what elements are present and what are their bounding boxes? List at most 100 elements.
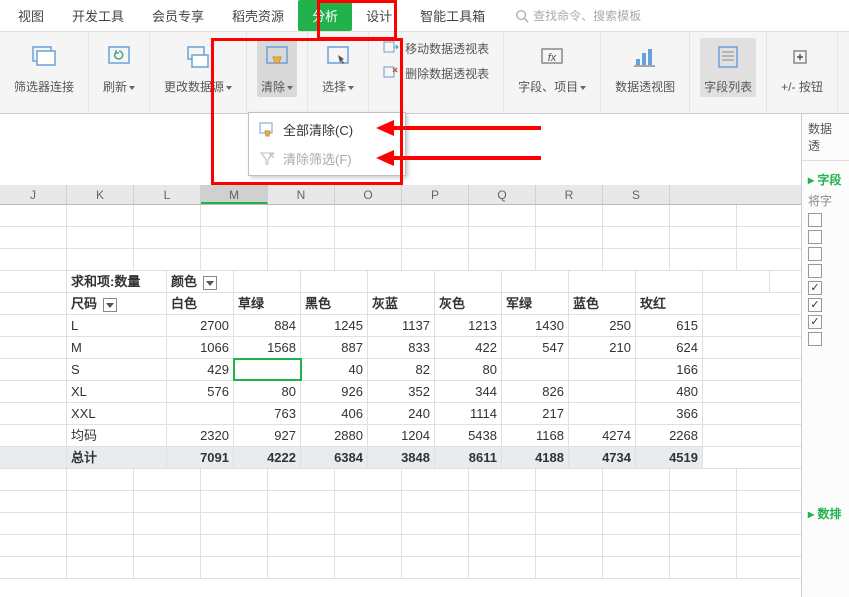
pivot-col-header: 灰蓝 [368,293,435,314]
menu-tab-0[interactable]: 视图 [4,0,58,31]
select-button[interactable]: 选择 [318,38,358,97]
column-header[interactable]: J [0,185,67,204]
pivot-cell[interactable]: 422 [435,337,502,358]
pivot-col-header: 白色 [167,293,234,314]
expand-collapse-button[interactable]: +/- 按钮 [777,38,827,97]
pivot-cell[interactable]: 1568 [234,337,301,358]
pivot-cell[interactable]: 406 [301,403,368,424]
pivot-cell[interactable]: 1204 [368,425,435,446]
field-checkbox[interactable] [808,247,822,261]
column-header[interactable]: Q [469,185,536,204]
pivot-cell[interactable]: 1114 [435,403,502,424]
pivot-cell[interactable]: 2268 [636,425,703,446]
filter-button[interactable] [203,276,217,290]
menu-tab-3[interactable]: 稻壳资源 [218,0,298,31]
pivot-cell[interactable]: 2880 [301,425,368,446]
pivot-cell[interactable]: 833 [368,337,435,358]
spreadsheet-grid[interactable]: 求和项:数量颜色 尺码 白色草绿黑色灰蓝灰色军绿蓝色玫红L27008841245… [0,205,849,579]
pivot-cell[interactable]: 884 [234,315,301,336]
pivot-cell[interactable]: 80 [435,359,502,380]
clear-button[interactable]: 清除 [257,38,297,97]
pivot-cell[interactable]: 1168 [502,425,569,446]
pivot-cell[interactable]: 826 [502,381,569,402]
pivot-cell[interactable]: 4274 [569,425,636,446]
pivot-cell[interactable] [569,381,636,402]
filter-button[interactable] [103,298,117,312]
pivot-cell[interactable]: 5438 [435,425,502,446]
pivot-cell[interactable]: 1430 [502,315,569,336]
pivot-cell[interactable]: 1137 [368,315,435,336]
column-header[interactable]: M [201,185,268,204]
delete-pivot-button[interactable]: 删除数据透视表 [379,63,493,84]
pivot-cell[interactable]: 82 [368,359,435,380]
change-data-source-button[interactable]: 更改数据源 [160,38,236,97]
column-header[interactable]: N [268,185,335,204]
pivot-cell[interactable]: 1066 [167,337,234,358]
command-search[interactable]: 查找命令、搜索模板 [515,7,641,24]
pivot-cell[interactable]: 40 [301,359,368,380]
menu-tab-5[interactable]: 设计 [352,0,406,31]
pivot-cell[interactable]: 887 [301,337,368,358]
menu-tab-1[interactable]: 开发工具 [58,0,138,31]
pivot-chart-button[interactable]: 数据透视图 [611,38,679,97]
menu-tab-6[interactable]: 智能工具箱 [406,0,499,31]
pivot-cell[interactable]: 80 [234,381,301,402]
field-checkbox[interactable] [808,264,822,278]
pivot-cell[interactable]: 576 [167,381,234,402]
field-checkbox[interactable] [808,213,822,227]
pivot-cell[interactable]: 210 [569,337,636,358]
pivot-col-header: 灰色 [435,293,502,314]
column-header[interactable]: L [134,185,201,204]
clear-all-item[interactable]: 全部清除(C) [249,115,405,144]
pivot-cell[interactable]: 624 [636,337,703,358]
column-header[interactable]: R [536,185,603,204]
pivot-total-cell: 4519 [636,447,703,468]
move-pivot-button[interactable]: 移动数据透视表 [379,38,493,59]
search-placeholder: 查找命令、搜索模板 [533,7,641,24]
pivot-cell[interactable]: 926 [301,381,368,402]
field-checkbox[interactable] [808,230,822,244]
fields-items-button[interactable]: fx 字段、项目 [514,38,590,97]
menu-tab-4[interactable]: 分析 [298,0,352,31]
pivot-cell[interactable]: 1245 [301,315,368,336]
pivot-cell[interactable]: 2700 [167,315,234,336]
pivot-cell[interactable]: 1213 [435,315,502,336]
pivot-cell[interactable]: 615 [636,315,703,336]
slicer-connection-button[interactable]: 筛选器连接 [10,38,78,97]
pivot-cell[interactable]: 429 [167,359,234,380]
column-header[interactable]: P [402,185,469,204]
menu-tab-2[interactable]: 会员专享 [138,0,218,31]
pivot-cell[interactable]: 763 [234,403,301,424]
pivot-cell[interactable] [167,403,234,424]
refresh-button[interactable]: 刷新 [99,38,139,97]
pivot-cell[interactable] [569,359,636,380]
list-icon [714,43,742,71]
pivot-cell[interactable]: 547 [502,337,569,358]
column-header[interactable]: O [335,185,402,204]
field-checkbox[interactable] [808,332,822,346]
pivot-cell[interactable]: 217 [502,403,569,424]
clear-filter-item: 清除筛选(F) [249,144,405,173]
pivot-cell[interactable]: 240 [368,403,435,424]
column-header[interactable]: K [67,185,134,204]
panel-fields-label: ▸ 字段 [808,171,843,188]
pivot-cell[interactable]: 352 [368,381,435,402]
pivot-cell[interactable] [569,403,636,424]
pivot-cell[interactable]: 927 [234,425,301,446]
field-checkbox[interactable] [808,281,822,295]
pivot-cell[interactable] [234,359,301,380]
field-list-button[interactable]: 字段列表 [700,38,756,97]
field-checkbox[interactable] [808,298,822,312]
pivot-cell[interactable]: 344 [435,381,502,402]
pivot-cell[interactable]: 250 [569,315,636,336]
field-checkbox[interactable] [808,315,822,329]
pivot-cell[interactable]: 166 [636,359,703,380]
pivot-cell[interactable]: 366 [636,403,703,424]
column-header[interactable]: S [603,185,670,204]
clear-filter-icon [259,151,275,167]
select-icon [324,43,352,71]
pivot-cell[interactable]: 480 [636,381,703,402]
pivot-cell[interactable]: 2320 [167,425,234,446]
slicer-icon [30,43,58,71]
pivot-cell[interactable] [502,359,569,380]
